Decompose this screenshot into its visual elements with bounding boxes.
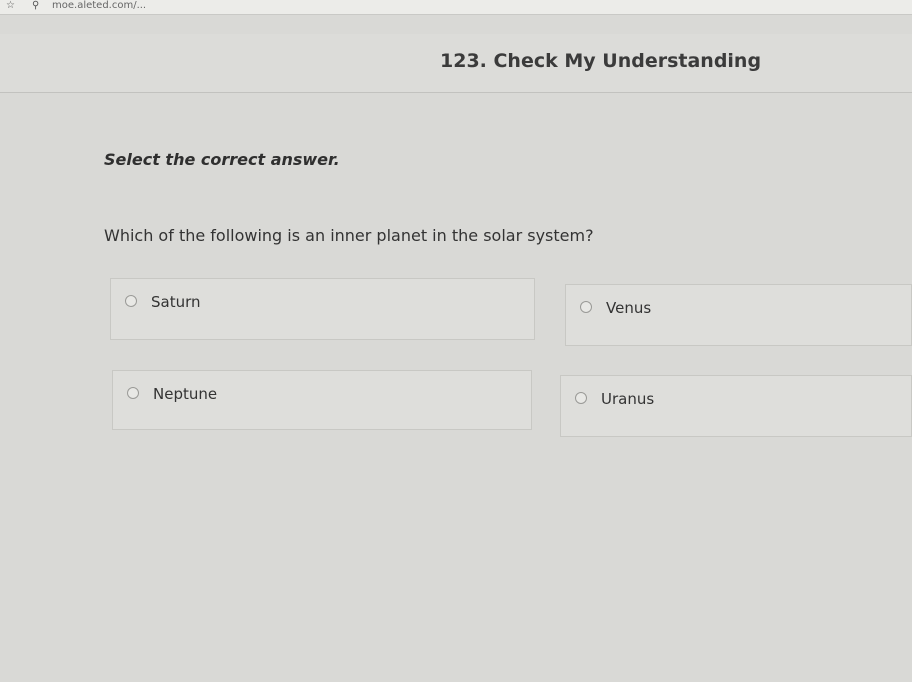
answer-choice-saturn[interactable]: Saturn [110,278,535,340]
choice-label: Neptune [153,385,218,403]
answer-choice-uranus[interactable]: Uranus [560,375,912,437]
question-instruction: Select the correct answer. [104,150,340,169]
radio-button[interactable] [127,387,139,399]
page-title: 123. Check My Understanding [440,50,762,72]
answer-choice-neptune[interactable]: Neptune [112,370,532,430]
radio-button[interactable] [125,295,137,307]
answer-choice-venus[interactable]: Venus [565,284,912,346]
radio-button[interactable] [580,301,592,313]
choice-label: Venus [606,299,652,317]
choice-label: Saturn [151,293,201,311]
choice-label: Uranus [601,390,655,408]
address-bar[interactable]: ☆ ⚲ moe.aleted.com/... [0,0,912,15]
bookmark-star-icon[interactable]: ☆ [6,0,15,12]
question-prompt: Which of the following is an inner plane… [104,226,594,245]
radio-button[interactable] [575,392,587,404]
site-info-icon[interactable]: ⚲ [32,0,39,12]
url-text[interactable]: moe.aleted.com/... [52,0,146,12]
